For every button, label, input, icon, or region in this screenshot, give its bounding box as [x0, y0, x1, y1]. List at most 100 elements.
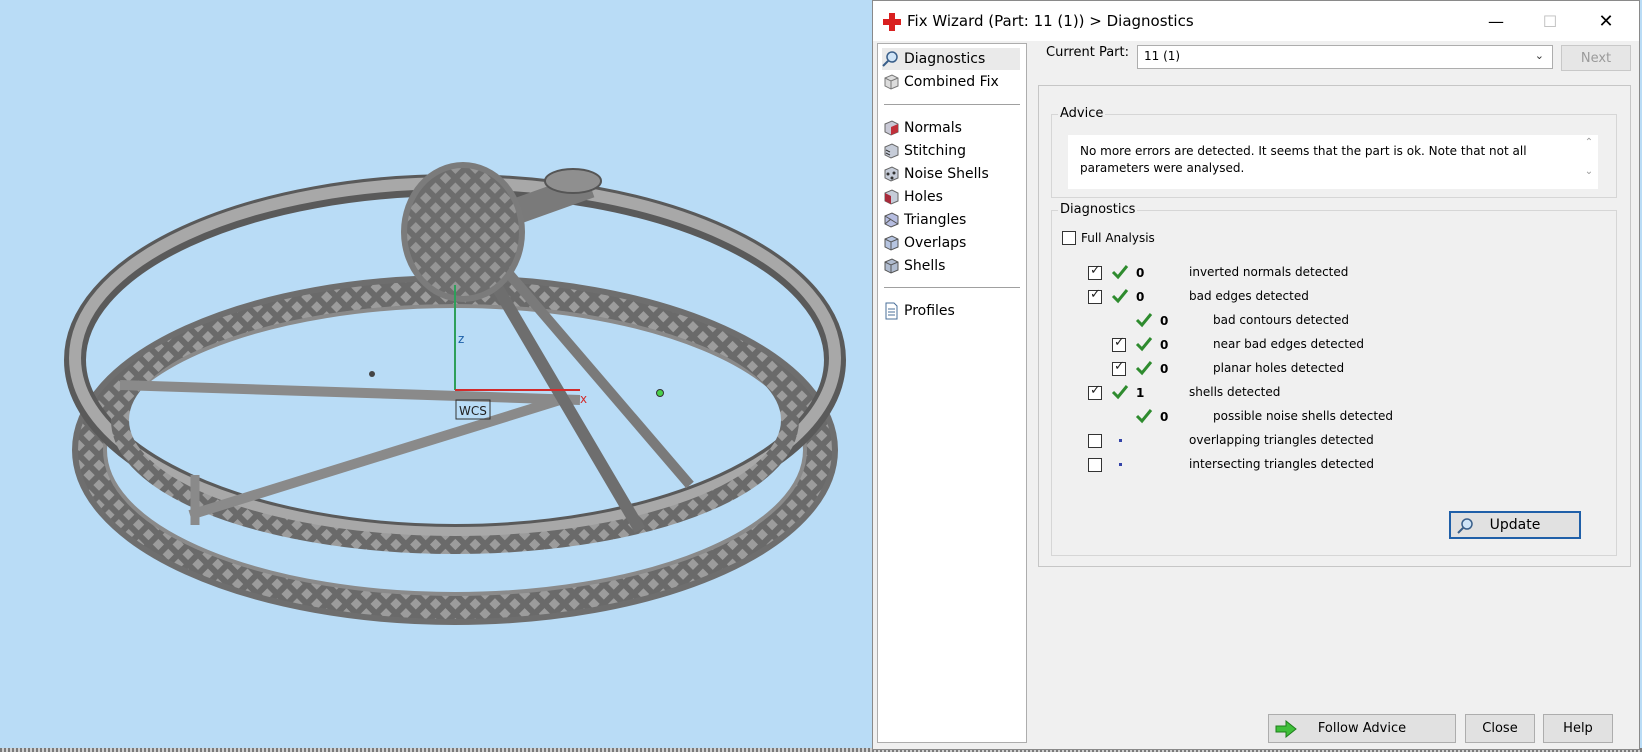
nav-item-holes[interactable]: Holes [882, 186, 1020, 208]
overlaps-cube-icon [884, 235, 899, 251]
nav-item-label: Stitching [904, 143, 966, 159]
nav-separator [884, 287, 1020, 288]
nav-item-label: Noise Shells [904, 166, 989, 182]
nav-item-shells[interactable]: Shells [882, 255, 1020, 277]
nav-item-diagnostics[interactable]: Diagnostics [882, 48, 1020, 70]
close-button[interactable]: Close [1465, 714, 1535, 743]
bad-edges-checkbox[interactable] [1088, 287, 1102, 304]
holes-cube-icon [884, 189, 899, 205]
update-label: Update [1489, 517, 1541, 533]
planar-holes-checkbox[interactable] [1112, 359, 1126, 376]
maximize-button[interactable]: ☐ [1527, 1, 1573, 41]
bad-edges-label: bad edges detected [1189, 289, 1309, 303]
red-cross-icon [883, 13, 901, 31]
near-bad-edges-count: 0 [1160, 338, 1169, 352]
magnifier-icon [1457, 518, 1473, 534]
part-model-render: z x WCS [64, 162, 846, 625]
nav-item-normals[interactable]: Normals [882, 117, 1020, 139]
diagnostics-group-title: Diagnostics [1058, 202, 1138, 217]
window-title: Fix Wizard (Part: 11 (1)) > Diagnostics [907, 12, 1194, 30]
document-icon [885, 302, 898, 320]
noise-shells-label: possible noise shells detected [1213, 409, 1394, 423]
check-ok-icon [1135, 313, 1153, 328]
check-ok-icon [1111, 289, 1129, 304]
planar-holes-count: 0 [1160, 362, 1169, 376]
wcs-label: WCS [459, 404, 487, 418]
chevron-down-icon: ⌄ [1534, 49, 1544, 62]
nav-item-profiles[interactable]: Profiles [882, 300, 1020, 322]
not-analysed-dot-icon [1119, 439, 1122, 442]
current-part-label: Current Part: [1046, 45, 1130, 60]
title-bar[interactable]: Fix Wizard (Part: 11 (1)) > Diagnostics … [873, 1, 1639, 41]
shells-checkbox[interactable] [1088, 383, 1102, 400]
normals-cube-icon [884, 120, 899, 136]
bad-contours-label: bad contours detected [1213, 313, 1349, 327]
nav-item-combined-fix[interactable]: Combined Fix [882, 71, 1020, 93]
advice-text: No more errors are detected. It seems th… [1068, 135, 1580, 189]
diagnostics-group: Diagnostics Full Analysis 0 inverted nor… [1051, 202, 1617, 556]
update-button[interactable]: Update [1449, 511, 1581, 539]
nav-item-triangles[interactable]: Triangles [882, 209, 1020, 231]
nav-item-label: Overlaps [904, 235, 967, 251]
noise-shells-count: 0 [1160, 410, 1169, 424]
shells-label: shells detected [1189, 385, 1281, 399]
diagnostics-page: Advice No more errors are detected. It s… [1038, 85, 1631, 567]
overlapping-triangles-label: overlapping triangles detected [1189, 433, 1374, 447]
check-ok-icon [1111, 265, 1129, 280]
shells-count: 1 [1136, 386, 1145, 400]
near-bad-edges-checkbox[interactable] [1112, 335, 1126, 352]
nav-item-label: Combined Fix [904, 74, 999, 90]
advice-group: Advice No more errors are detected. It s… [1051, 106, 1617, 198]
green-arrow-icon [1275, 720, 1297, 738]
nav-separator [884, 104, 1020, 105]
scroll-down-icon[interactable]: ⌄ [1580, 166, 1598, 177]
nav-item-label: Normals [904, 120, 962, 136]
axis-z-label: z [458, 332, 464, 346]
planar-holes-label: planar holes detected [1213, 361, 1345, 375]
intersecting-triangles-checkbox[interactable] [1088, 458, 1102, 472]
intersecting-triangles-label: intersecting triangles detected [1189, 457, 1374, 471]
advice-scrollbar[interactable]: ⌃ ⌄ [1580, 135, 1598, 189]
inverted-normals-label: inverted normals detected [1189, 265, 1349, 279]
inverted-normals-count: 0 [1136, 266, 1145, 280]
not-analysed-dot-icon [1119, 463, 1122, 466]
nav-item-stitching[interactable]: Stitching [882, 140, 1020, 162]
check-ok-icon [1135, 337, 1153, 352]
current-part-dropdown[interactable]: 11 (1) ⌄ [1137, 45, 1553, 69]
check-ok-icon [1135, 361, 1153, 376]
check-ok-icon [1135, 409, 1153, 424]
nav-item-label: Holes [904, 189, 943, 205]
3d-viewport[interactable]: z x WCS [0, 0, 872, 752]
advice-group-title: Advice [1058, 106, 1106, 121]
follow-advice-button[interactable]: Follow Advice [1268, 714, 1456, 743]
magnifier-icon [882, 51, 898, 67]
axis-x-label: x [580, 392, 587, 406]
nav-item-overlaps[interactable]: Overlaps [882, 232, 1020, 254]
next-button[interactable]: Next [1561, 45, 1631, 71]
close-window-button[interactable]: ✕ [1583, 1, 1629, 41]
current-part-value: 11 (1) [1144, 49, 1181, 63]
help-button[interactable]: Help [1543, 714, 1613, 743]
inverted-normals-checkbox[interactable] [1088, 263, 1102, 280]
near-bad-edges-label: near bad edges detected [1213, 337, 1364, 351]
cube-icon [884, 74, 899, 90]
overlapping-triangles-checkbox[interactable] [1088, 434, 1102, 448]
check-ok-icon [1111, 385, 1129, 400]
bad-contours-count: 0 [1160, 314, 1169, 328]
nav-item-label: Profiles [904, 303, 955, 319]
scroll-up-icon[interactable]: ⌃ [1580, 137, 1598, 148]
fix-wizard-dialog: Fix Wizard (Part: 11 (1)) > Diagnostics … [872, 0, 1640, 750]
bad-edges-count: 0 [1136, 290, 1145, 304]
wizard-nav-panel: Diagnostics Combined Fix Normals Stitchi… [877, 43, 1027, 743]
full-analysis-label: Full Analysis [1081, 231, 1155, 245]
nav-item-noise-shells[interactable]: Noise Shells [882, 163, 1020, 185]
minimize-button[interactable]: — [1473, 1, 1519, 41]
shells-cube-icon [884, 258, 899, 274]
follow-advice-label: Follow Advice [1317, 721, 1407, 736]
noise-shells-icon [884, 166, 899, 182]
nav-item-label: Triangles [904, 212, 967, 228]
triangles-cube-icon [884, 212, 899, 228]
full-analysis-checkbox[interactable] [1062, 231, 1076, 245]
nav-item-label: Shells [904, 258, 946, 274]
nav-item-label: Diagnostics [904, 51, 986, 67]
